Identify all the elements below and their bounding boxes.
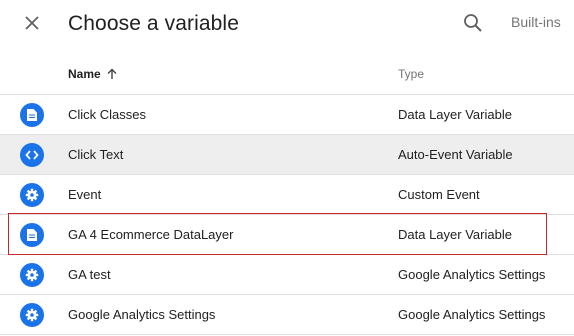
gear-icon [25,268,39,282]
name-column-header[interactable]: Name [68,67,118,81]
variable-name: GA test [68,267,111,282]
variable-type: Data Layer Variable [398,107,512,122]
dialog-header: Choose a variable Built-ins [0,0,574,48]
code-icon [25,150,39,160]
variable-name: Google Analytics Settings [68,307,216,322]
variable-type-icon [20,303,44,327]
variable-type: Auto-Event Variable [398,147,513,162]
variable-name: GA 4 Ecommerce DataLayer [68,227,234,242]
variable-list: Click Classes Data Layer Variable Click … [0,95,574,335]
type-column-header: Type [398,67,425,81]
variable-row[interactable]: Event Custom Event [0,175,574,215]
gear-icon [25,308,39,322]
builtins-button[interactable]: Built-ins [511,14,561,30]
variable-type: Data Layer Variable [398,227,512,242]
variable-type-icon [20,103,44,127]
variable-name: Click Text [68,147,124,162]
document-icon [27,229,37,241]
variable-type: Custom Event [398,187,480,202]
variable-name: Click Classes [68,107,147,122]
variable-name: Event [68,187,102,202]
variable-type: Google Analytics Settings [398,307,546,322]
gear-icon [25,188,39,202]
variable-row[interactable]: Click Text Auto-Event Variable [0,135,574,175]
close-icon [25,16,39,30]
variable-row[interactable]: Google Analytics Settings Google Analyti… [0,295,574,335]
document-icon [27,109,37,121]
name-column-label: Name [68,67,101,81]
search-icon [464,14,482,32]
variable-type-icon [20,143,44,167]
column-header-row: Name Type [0,55,574,95]
variable-type-icon [20,183,44,207]
close-button[interactable] [20,11,44,35]
dialog-title: Choose a variable [68,12,239,35]
variable-type: Google Analytics Settings [398,267,546,282]
arrow-up-icon [107,68,117,79]
variable-row[interactable]: GA test Google Analytics Settings [0,255,574,295]
variable-type-icon [20,263,44,287]
variable-row[interactable]: GA 4 Ecommerce DataLayer Data Layer Vari… [0,215,574,255]
variable-row[interactable]: Click Classes Data Layer Variable [0,95,574,135]
variable-type-icon [20,223,44,247]
search-button[interactable] [460,10,486,36]
